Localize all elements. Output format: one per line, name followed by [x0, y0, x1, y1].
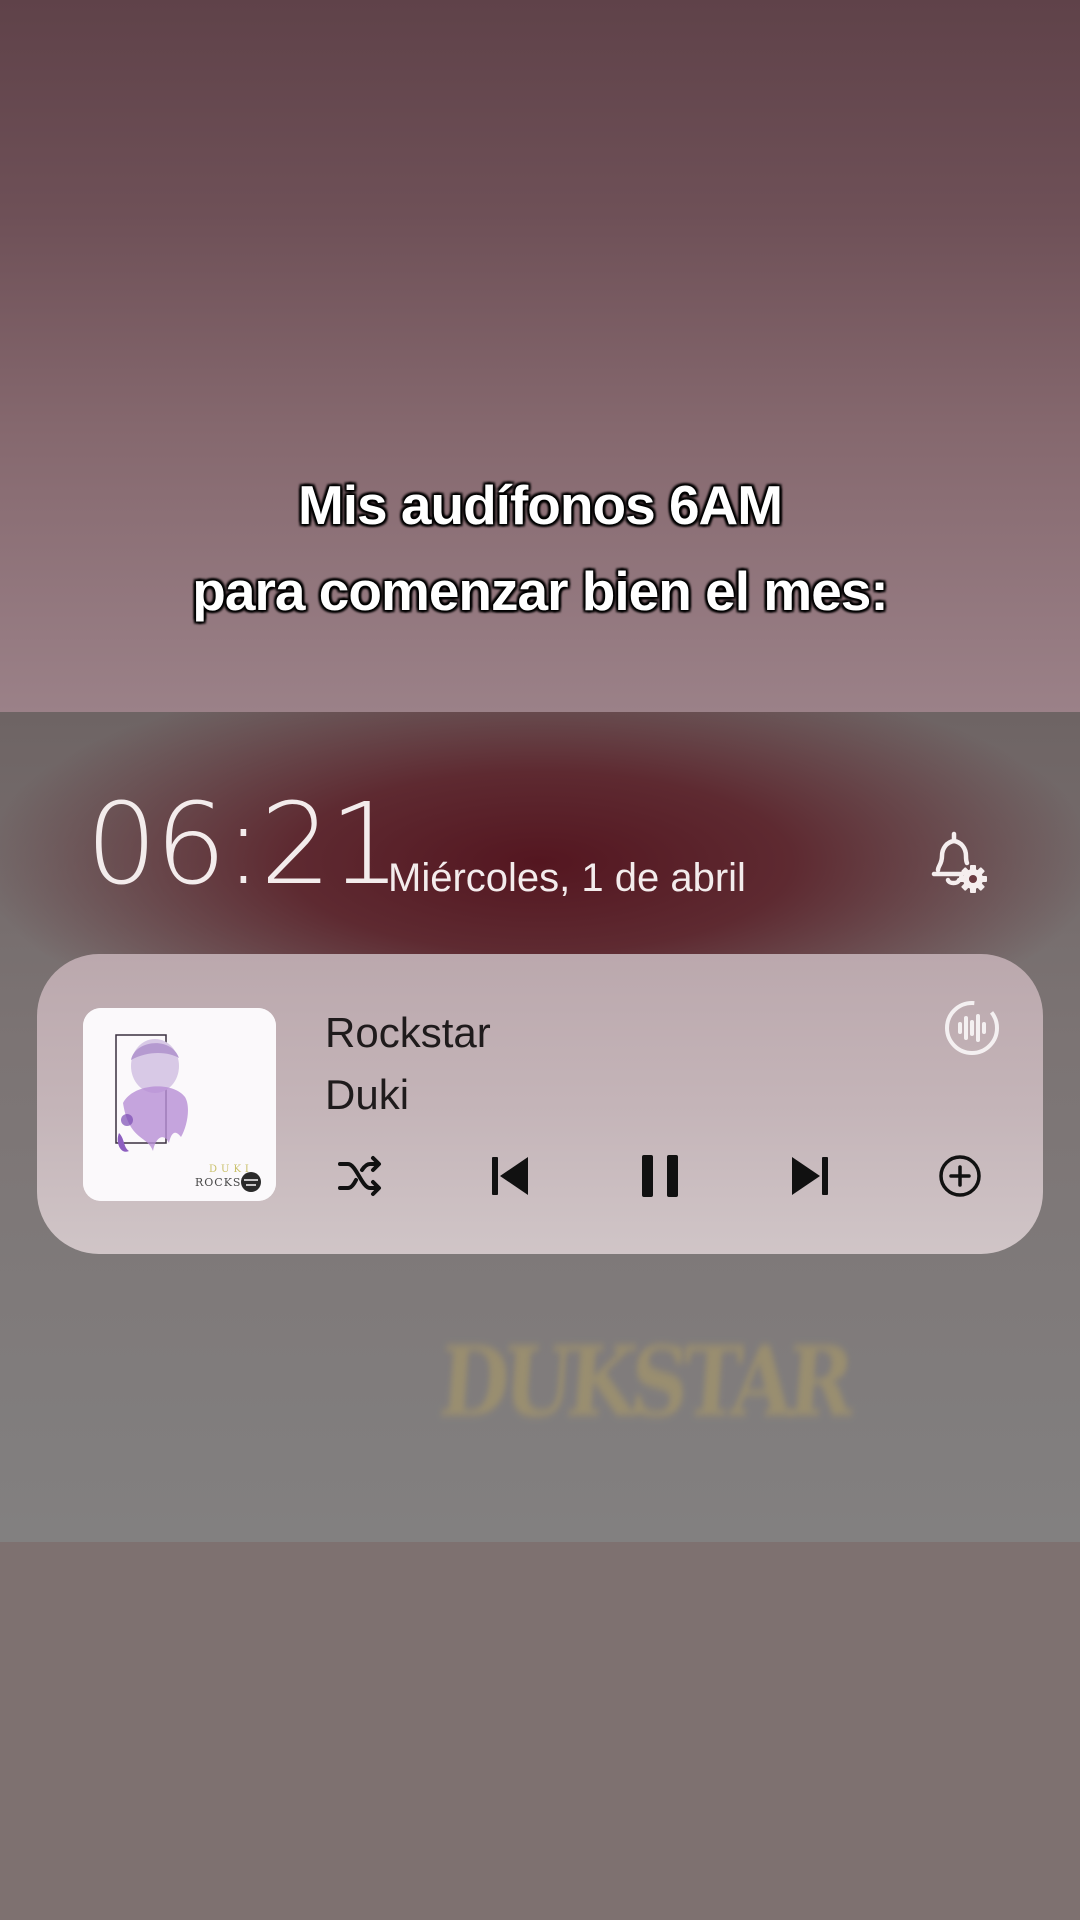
video-caption: Mis audífonos 6AM para comenzar bien el … — [0, 462, 1080, 634]
next-button[interactable] — [780, 1146, 840, 1206]
pause-button[interactable] — [630, 1146, 690, 1206]
pause-icon — [642, 1155, 678, 1197]
watermark-logo: DUKSTAR — [435, 1325, 853, 1439]
add-button[interactable] — [930, 1146, 990, 1206]
shuffle-button[interactable] — [330, 1146, 390, 1206]
skip-next-icon — [792, 1157, 828, 1195]
caption-line-2: para comenzar bien el mes: — [192, 560, 888, 622]
bell-gear-icon[interactable] — [920, 826, 992, 898]
lockscreen-clock: 06:21 — [86, 780, 401, 910]
plus-circle-icon — [939, 1155, 981, 1197]
shuffle-icon — [338, 1156, 381, 1196]
track-title: Rockstar — [325, 1009, 491, 1056]
previous-button[interactable] — [480, 1146, 540, 1206]
track-artist: Duki — [325, 1071, 410, 1118]
bottom-background — [0, 1542, 1080, 1920]
skip-previous-icon — [492, 1157, 528, 1195]
caption-line-1: Mis audífonos 6AM — [297, 474, 783, 536]
album-art[interactable]: DUKI ROCKST — [83, 1008, 276, 1201]
lockscreen-date: Miércoles, 1 de abril — [388, 856, 746, 900]
audio-wave-icon[interactable] — [942, 998, 1002, 1058]
